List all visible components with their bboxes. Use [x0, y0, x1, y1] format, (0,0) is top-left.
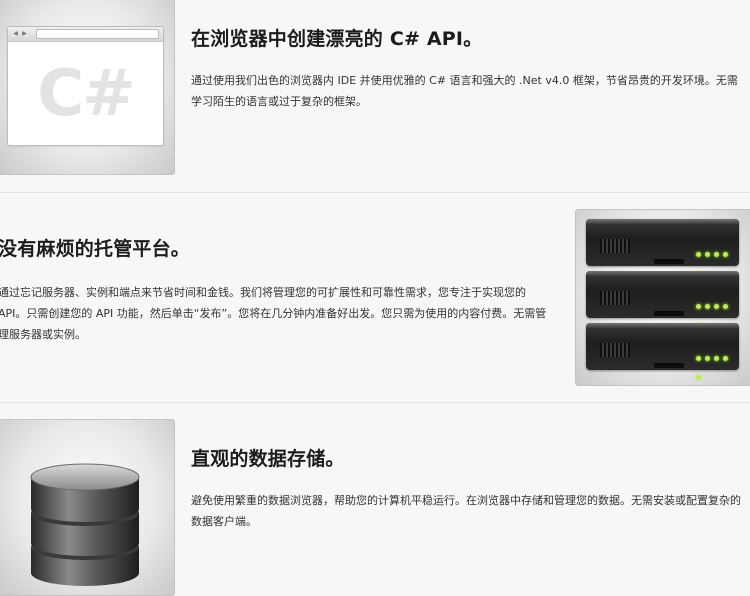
database-cylinder-graphic — [29, 455, 141, 590]
browser-toolbar: ◀ ▶ — [8, 27, 163, 42]
server-unit — [586, 219, 739, 276]
back-arrow-icon: ◀ — [13, 30, 18, 37]
section-body-hosting: 通过忘记服务器、实例和端点来节省时间和金钱。我们将管理您的可扩展性和可靠性需求，… — [0, 286, 547, 341]
forward-arrow-icon: ▶ — [22, 30, 27, 37]
status-leds — [696, 294, 739, 328]
section-divider — [0, 192, 750, 193]
csharp-logo-text: C# — [37, 57, 136, 131]
status-leds — [696, 346, 739, 380]
server-unit — [586, 323, 739, 380]
browser-csharp-icon: ◀ ▶ C# — [0, 0, 175, 175]
section-body-csharp-api: 通过使用我们出色的浏览器内 IDE 并使用优雅的 C# 语言和强大的 .Net … — [191, 74, 738, 108]
server-unit — [586, 271, 739, 328]
browser-window-graphic: ◀ ▶ C# — [7, 26, 164, 146]
section-divider — [0, 402, 750, 403]
server-rack-icon — [575, 209, 750, 386]
status-leds — [696, 242, 739, 276]
section-body-data-storage: 避免使用繁重的数据浏览器，帮助您的计算机平稳运行。在浏览器中存储和管理您的数据。… — [191, 494, 741, 528]
section-title-hosting: 没有麻烦的托管平台。 — [0, 238, 191, 260]
address-bar — [36, 29, 159, 39]
section-title-csharp-api: 在浏览器中创建漂亮的 C# API。 — [191, 28, 483, 50]
database-icon — [0, 419, 175, 596]
section-title-data-storage: 直观的数据存储。 — [191, 448, 345, 470]
